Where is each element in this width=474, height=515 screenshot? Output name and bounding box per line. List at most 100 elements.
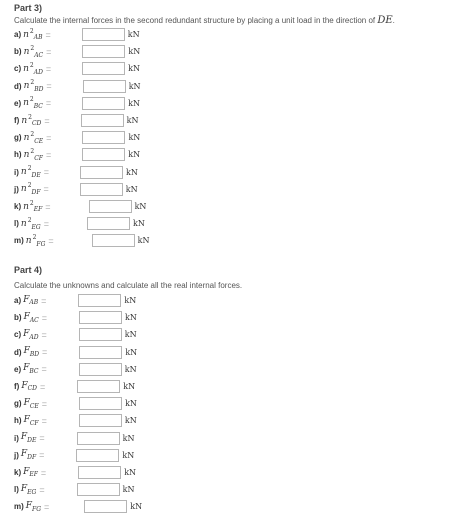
part3-answer-row: m) n2FG = kN — [14, 234, 150, 248]
answer-input[interactable] — [84, 500, 128, 514]
equals-sign: = — [44, 501, 50, 512]
equals-sign: = — [42, 347, 48, 358]
variable-symbol: n — [23, 29, 29, 40]
answer-input[interactable] — [91, 234, 135, 248]
item-label: e) — [14, 98, 22, 108]
unit-label: kN — [134, 202, 147, 211]
member-variable: n2EG — [21, 217, 41, 231]
variable-subscript: AC — [34, 51, 44, 59]
part4-answer-row: i) FDE = kN — [14, 431, 134, 445]
variable-subscript: DF — [27, 454, 37, 462]
item-label: j) — [14, 184, 19, 194]
item-label: g) — [14, 133, 22, 143]
part4-answer-row: h) FCF = kN — [14, 414, 137, 428]
unit-label: kN — [124, 330, 137, 340]
member-variable: FBD — [24, 346, 39, 358]
variable-subscript: AB — [33, 34, 43, 42]
variable-subscript: DF — [31, 189, 41, 197]
part3-answer-row: g) n2CE = kN — [14, 131, 140, 145]
variable-superscript: 2 — [32, 234, 37, 241]
part4-answer-row: c) FAD = kN — [14, 328, 137, 342]
answer-input[interactable] — [81, 28, 125, 41]
variable-superscript: 2 — [27, 182, 32, 190]
member-variable: n2AC — [24, 45, 44, 59]
variable-subscript: CD — [27, 385, 37, 393]
answer-input[interactable] — [82, 45, 126, 59]
answer-input[interactable] — [78, 294, 122, 307]
variable-superscript: 2 — [27, 216, 32, 224]
item-label: m) — [14, 502, 24, 512]
variable-subscript: BD — [34, 86, 44, 93]
answer-input[interactable] — [82, 148, 126, 162]
variable-subscript: EG — [31, 223, 41, 231]
variable-symbol: n — [21, 115, 28, 126]
item-label: b) — [14, 47, 22, 57]
item-label: h) — [14, 416, 22, 426]
part3-answer-row: i) n2DE = kN — [14, 165, 138, 179]
equals-sign: = — [46, 81, 52, 92]
part4-answer-row: l) FEG = kN — [14, 483, 135, 497]
member-variable: n2DF — [21, 182, 41, 196]
answer-input[interactable] — [80, 114, 124, 127]
unit-label: kN — [126, 116, 139, 125]
answer-input[interactable] — [82, 131, 126, 145]
variable-subscript: FG — [32, 505, 41, 513]
equals-sign: = — [41, 329, 47, 340]
unit-label: kN — [122, 485, 135, 495]
answer-input[interactable] — [82, 62, 126, 76]
member-variable: FDE — [21, 432, 36, 444]
variable-subscript: AD — [29, 333, 39, 341]
member-variable: n2CE — [24, 131, 44, 145]
answer-input[interactable] — [79, 345, 123, 359]
answer-input[interactable] — [79, 182, 123, 196]
answer-input[interactable] — [78, 362, 122, 376]
equals-sign: = — [45, 63, 52, 74]
equals-sign: = — [48, 235, 54, 246]
member-variable: FCE — [24, 398, 39, 410]
equals-sign: = — [43, 167, 49, 178]
unit-label: kN — [130, 502, 143, 512]
part3-answer-row: f) n2CD = kN — [14, 114, 139, 128]
answer-input[interactable] — [78, 466, 122, 479]
part3-answer-row: a) n2AB = kN — [14, 28, 140, 42]
variable-symbol: n — [23, 201, 29, 212]
part4-answer-row: g) FCE = kN — [14, 397, 137, 411]
answer-input[interactable] — [88, 200, 132, 213]
answer-input[interactable] — [79, 397, 123, 411]
answer-input[interactable] — [78, 328, 122, 342]
member-variable: FAB — [23, 295, 38, 307]
equals-sign: = — [43, 184, 49, 195]
item-label: d) — [14, 81, 22, 91]
unit-label: kN — [127, 30, 140, 39]
answer-input[interactable] — [77, 380, 121, 393]
variable-symbol: F — [23, 346, 30, 357]
unit-label: kN — [125, 347, 138, 357]
variable-subscript: AB — [29, 299, 39, 307]
equals-sign: = — [41, 415, 47, 426]
variable-subscript: DE — [27, 436, 37, 444]
answer-input[interactable] — [82, 79, 126, 93]
answer-input[interactable] — [76, 431, 120, 445]
unit-label: kN — [128, 98, 140, 108]
part3-answer-row: c) n2AD = kN — [14, 62, 140, 76]
variable-symbol: n — [20, 167, 27, 178]
answer-input[interactable] — [82, 96, 126, 110]
item-label: f) — [14, 382, 20, 391]
item-label: e) — [14, 364, 22, 374]
answer-input[interactable] — [79, 165, 123, 179]
answer-input[interactable] — [86, 217, 130, 231]
member-variable: FAC — [24, 312, 39, 324]
member-variable: n2BD — [24, 79, 44, 93]
member-variable: n2DE — [21, 165, 41, 179]
answer-input[interactable] — [78, 414, 122, 428]
variable-subscript: CE — [34, 137, 44, 145]
variable-subscript: FG — [36, 240, 46, 248]
part3-answer-row: k) n2EF = kN — [14, 200, 147, 214]
answer-input[interactable] — [76, 483, 120, 497]
item-label: f) — [14, 116, 20, 125]
answer-input[interactable] — [79, 311, 123, 325]
member-variable: n2AB — [23, 28, 42, 42]
variable-subscript: CD — [31, 120, 42, 128]
variable-superscript: 2 — [30, 148, 35, 155]
answer-input[interactable] — [76, 448, 120, 462]
